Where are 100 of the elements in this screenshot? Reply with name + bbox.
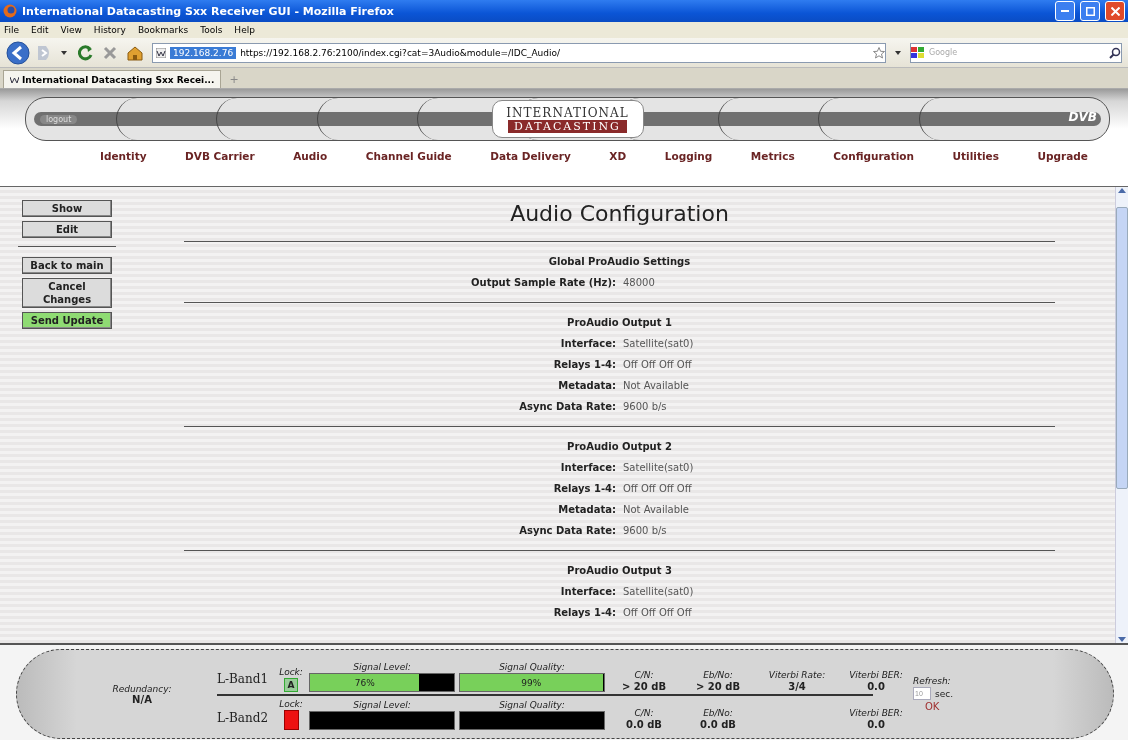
metric-value: 0.0 bbox=[867, 681, 885, 692]
google-icon bbox=[911, 46, 925, 59]
metric-label: C/N: bbox=[634, 708, 654, 718]
redundancy-label: Redundancy: bbox=[112, 683, 172, 694]
metric-label: Viterbi BER: bbox=[849, 708, 903, 718]
section-heading: ProAudio Output 3 bbox=[566, 565, 673, 576]
lock-indicator: A bbox=[284, 678, 298, 692]
metric-value: 3/4 bbox=[788, 681, 806, 692]
search-icon[interactable] bbox=[1109, 46, 1121, 59]
band-name: L-Band2 bbox=[217, 711, 270, 725]
nav-link[interactable]: Logging bbox=[664, 150, 713, 162]
nav-link[interactable]: Identity bbox=[100, 150, 147, 162]
nav-link[interactable]: Utilities bbox=[952, 150, 999, 162]
meter-fill: 76% bbox=[310, 674, 420, 691]
nav-link[interactable]: Metrics bbox=[750, 150, 795, 162]
metric-value: 0.0 bbox=[867, 719, 885, 730]
meter-label: Signal Quality: bbox=[499, 662, 565, 672]
maximize-icon bbox=[1085, 6, 1095, 16]
section-heading: ProAudio Output 2 bbox=[566, 441, 673, 452]
metric-label: Viterbi Rate: bbox=[768, 670, 826, 680]
site-identity[interactable]: 192.168.2.76 bbox=[170, 46, 237, 59]
menu-item[interactable]: Tools bbox=[200, 25, 223, 35]
sidebar-button[interactable]: Cancel Changes bbox=[22, 278, 112, 308]
dvb-logo: DVB bbox=[1068, 110, 1097, 124]
scrollbar-thumb[interactable] bbox=[1116, 207, 1128, 489]
field-value: Off Off Off Off bbox=[623, 483, 693, 494]
url-text: https://192.168.2.76:2100/index.cgi?cat=3Audio&module=/IDC_Audio/ bbox=[240, 47, 561, 58]
logo-text: INTERNATIONAL bbox=[506, 105, 629, 120]
dropdown-icon[interactable] bbox=[894, 48, 902, 57]
refresh-label: Refresh: bbox=[913, 676, 951, 686]
nav-link[interactable]: Audio bbox=[293, 150, 328, 162]
field-label: Interface: bbox=[559, 338, 616, 349]
field-value: Not Available bbox=[623, 380, 690, 391]
logo-text: DATACASTING bbox=[508, 119, 627, 133]
maximize-button[interactable] bbox=[1080, 1, 1100, 21]
nav-link[interactable]: Data Delivery bbox=[490, 150, 571, 162]
metric-value: 0.0 dB bbox=[700, 719, 736, 730]
sidebar-button[interactable]: Edit bbox=[22, 221, 112, 238]
metric-label: Eb/No: bbox=[703, 670, 733, 680]
field-label: Metadata: bbox=[557, 504, 616, 515]
site-icon bbox=[156, 47, 166, 58]
field-label: Async Data Rate: bbox=[518, 525, 616, 536]
field-label: Interface: bbox=[559, 462, 616, 473]
field-value: 9600 b/s bbox=[623, 401, 668, 412]
window-title: International Datacasting Sxx Receiver GUI - Mozilla Firefox bbox=[22, 4, 395, 18]
lock-label: Lock: bbox=[279, 699, 303, 709]
field-value: 9600 b/s bbox=[623, 525, 668, 536]
send-sidebar-button[interactable]: Send Update bbox=[22, 312, 112, 329]
metric-value: > 20 dB bbox=[695, 681, 740, 692]
section-heading: ProAudio Output 1 bbox=[566, 317, 673, 328]
meter-fill: 99% bbox=[460, 674, 603, 691]
minimize-icon bbox=[1061, 10, 1069, 12]
nav-link[interactable]: Configuration bbox=[833, 150, 914, 162]
close-button[interactable] bbox=[1105, 1, 1125, 21]
stop-icon[interactable] bbox=[102, 44, 118, 61]
nav-link[interactable]: DVB Carrier bbox=[185, 150, 255, 162]
metric-value: > 20 dB bbox=[621, 681, 666, 692]
lock-label: Lock: bbox=[279, 667, 303, 677]
back-button[interactable] bbox=[6, 40, 30, 65]
address-field[interactable]: 192.168.2.76 https://192.168.2.76:2100/index.cgi?cat=3Audio&module=/IDC_Audio/ bbox=[152, 42, 886, 63]
nav-link[interactable]: Channel Guide bbox=[365, 150, 452, 162]
field-value: Satellite(sat0) bbox=[623, 462, 695, 473]
page-title: Audio Configuration bbox=[510, 200, 729, 228]
scrollbar[interactable] bbox=[1115, 187, 1128, 643]
close-icon bbox=[1110, 6, 1120, 16]
metric-value: 0.0 dB bbox=[626, 719, 662, 730]
search-placeholder: Google bbox=[929, 48, 959, 57]
minimize-button[interactable] bbox=[1055, 1, 1075, 21]
refresh-status: OK bbox=[925, 701, 940, 712]
star-icon[interactable] bbox=[873, 46, 885, 59]
section-heading: Global ProAudio Settings bbox=[547, 256, 692, 267]
metric-label: Eb/No: bbox=[703, 708, 733, 718]
field-value: Not Available bbox=[623, 504, 690, 515]
sidebar-button[interactable]: Back to main bbox=[22, 257, 112, 274]
menu-item[interactable]: Edit bbox=[31, 25, 49, 35]
field-value: Satellite(sat0) bbox=[623, 586, 695, 597]
menu-item[interactable]: Bookmarks bbox=[137, 25, 189, 35]
menu-item[interactable]: History bbox=[93, 25, 126, 35]
meter-label: Signal Level: bbox=[353, 700, 411, 710]
field-label: Relays 1-4: bbox=[552, 359, 616, 370]
nav-link[interactable]: Upgrade bbox=[1037, 150, 1088, 162]
menu-item[interactable]: Help bbox=[234, 25, 255, 35]
home-icon[interactable] bbox=[126, 44, 144, 61]
nav-link[interactable]: XD bbox=[609, 150, 627, 162]
band-name: L-Band1 bbox=[217, 672, 270, 686]
redundancy-value: N/A bbox=[132, 693, 152, 705]
field-value: Satellite(sat0) bbox=[623, 338, 695, 349]
field-label: Relays 1-4: bbox=[552, 607, 616, 618]
browser-tab[interactable]: International Datacasting Sxx Recei... bbox=[3, 70, 222, 88]
field-value: 48000 bbox=[623, 277, 656, 288]
site-icon bbox=[10, 75, 19, 84]
dropdown-icon[interactable] bbox=[60, 48, 68, 57]
metric-label: C/N: bbox=[634, 670, 654, 680]
field-label: Output Sample Rate (Hz): bbox=[470, 277, 616, 288]
reload-icon[interactable] bbox=[76, 43, 94, 62]
menu-item[interactable]: File bbox=[4, 25, 20, 35]
menu-item[interactable]: View bbox=[60, 25, 82, 35]
refresh-unit: sec. bbox=[935, 688, 954, 699]
field-label: Relays 1-4: bbox=[552, 483, 616, 494]
sidebar-button[interactable]: Show bbox=[22, 200, 112, 217]
